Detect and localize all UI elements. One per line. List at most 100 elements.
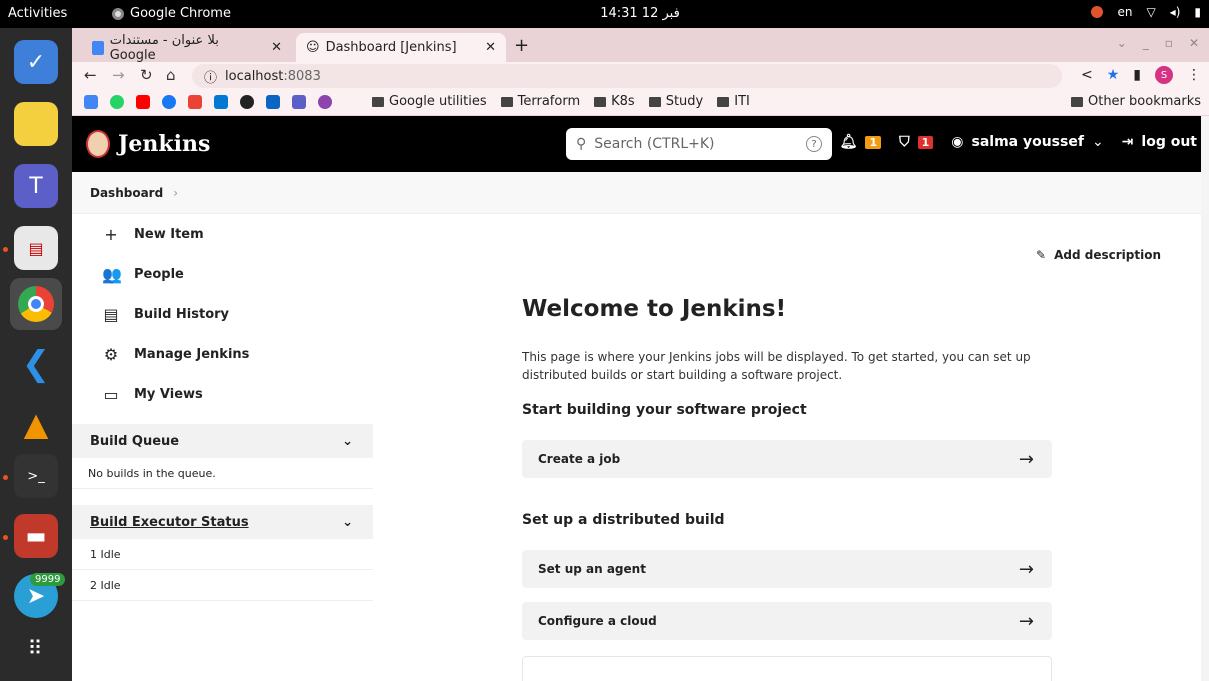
tab-google-docs[interactable]: بلا عنوان - مستندات Google ✕ <box>82 33 292 63</box>
bookmark-folder[interactable]: Terraform <box>500 94 580 109</box>
task-label: Manage Jenkins <box>134 346 250 362</box>
bookmark-icons <box>84 95 332 109</box>
other-bookmarks[interactable]: Other bookmarks <box>1070 94 1201 109</box>
arrow-right-icon: → <box>1018 610 1034 632</box>
chevron-down-icon[interactable]: ⌄ <box>1092 134 1104 150</box>
forward-icon[interactable]: → <box>112 66 125 84</box>
task-my-views[interactable]: ▭ My Views <box>72 374 373 414</box>
document-viewer-icon[interactable]: ▤ <box>14 226 58 270</box>
configure-cloud-button[interactable]: Configure a cloud → <box>522 602 1052 640</box>
chevron-down-icon[interactable]: ⌄ <box>342 515 353 530</box>
bookmark-folder[interactable]: Google utilities <box>372 94 487 109</box>
task-build-history[interactable]: ▤ Build History <box>72 294 373 334</box>
address-bar[interactable]: ⓘ localhost:8083 <box>192 64 1062 88</box>
tab-jenkins-dashboard[interactable]: ☺ Dashboard [Jenkins] ✕ <box>296 33 506 62</box>
tasks-app-icon[interactable]: ✓ <box>14 40 58 84</box>
notifications-badge[interactable]: 1 <box>865 135 882 149</box>
folder-icon <box>1070 96 1083 107</box>
bell-icon[interactable]: 🔔︎ <box>840 134 858 150</box>
tab-search-icon[interactable]: ⌄ <box>1117 36 1127 50</box>
telegram-badge: 9999 <box>30 573 66 586</box>
jenkins-logo-link[interactable]: Jenkins <box>86 130 210 158</box>
share-icon[interactable]: < <box>1081 67 1093 83</box>
google-icon[interactable] <box>84 95 98 109</box>
vscode-icon[interactable]: ❮ <box>14 342 58 386</box>
help-icon[interactable]: ? <box>806 136 822 152</box>
language-indicator[interactable]: en <box>1117 5 1132 19</box>
side-panel-icon[interactable]: ▮ <box>1133 67 1141 83</box>
breadcrumb-dashboard[interactable]: Dashboard <box>90 186 163 200</box>
chrome-dock-icon[interactable] <box>14 282 58 326</box>
chevron-down-icon[interactable]: ⌄ <box>342 434 353 449</box>
facebook-icon[interactable] <box>162 95 176 109</box>
whatsapp-icon[interactable] <box>110 95 124 109</box>
activities-button[interactable]: Activities <box>8 6 67 21</box>
restore-icon[interactable]: ▫ <box>1165 36 1173 50</box>
system-top-bar: Activities Google Chrome 14:31 12 فبر en… <box>0 0 1209 28</box>
update-icon[interactable] <box>1091 6 1104 18</box>
create-job-button[interactable]: Create a job → <box>522 440 1052 478</box>
shield-icon[interactable]: ⛉ <box>899 134 910 150</box>
teams-icon[interactable]: T <box>14 164 58 208</box>
action-label: Create a job <box>538 452 621 466</box>
youtube-icon[interactable] <box>136 95 150 109</box>
close-icon[interactable]: ✕ <box>485 40 496 55</box>
add-description-label: Add description <box>1054 248 1161 262</box>
build-queue-header[interactable]: Build Queue ⌄ <box>72 424 373 458</box>
bookmark-folder[interactable]: Study <box>648 94 704 109</box>
bookmark-folder[interactable]: K8s <box>594 94 635 109</box>
profile-avatar[interactable]: S <box>1155 66 1173 84</box>
setup-agent-button[interactable]: Set up an agent → <box>522 550 1052 588</box>
app-menu[interactable]: Google Chrome <box>112 6 231 21</box>
volume-icon[interactable]: ◂) <box>1170 5 1181 19</box>
outlook-icon[interactable] <box>214 95 228 109</box>
minimize-icon[interactable]: _ <box>1143 36 1149 50</box>
system-tray[interactable]: en ▽ ◂) ▮ <box>1091 5 1201 19</box>
sticky-notes-icon[interactable] <box>14 102 58 146</box>
new-tab-button[interactable]: + <box>514 35 529 56</box>
vlc-icon[interactable]: ▲ <box>14 402 58 446</box>
window-close-icon[interactable]: ✕ <box>1189 36 1199 50</box>
terminal-icon[interactable]: >_ <box>14 454 58 498</box>
clock[interactable]: 14:31 12 فبر <box>580 6 700 21</box>
executor-status-header[interactable]: Build Executor Status ⌄ <box>72 505 373 539</box>
menu-icon[interactable]: ⋮ <box>1187 67 1201 83</box>
logout-icon: ⇥ <box>1121 134 1134 150</box>
executor-row: 1 Idle <box>72 539 373 570</box>
back-icon[interactable]: ← <box>84 66 97 84</box>
bookmark-star-icon[interactable]: ★ <box>1107 67 1120 83</box>
security-badge[interactable]: 1 <box>917 135 934 149</box>
jenkins-title: Jenkins <box>118 131 211 157</box>
executor-status-title[interactable]: Build Executor Status <box>90 515 249 530</box>
files-icon[interactable]: ▬ <box>14 514 58 558</box>
bookmark-folder[interactable]: ITI <box>717 94 750 109</box>
info-icon[interactable]: ⓘ <box>204 67 217 86</box>
chevron-right-icon[interactable]: › <box>173 186 178 200</box>
task-manage-jenkins[interactable]: ⚙ Manage Jenkins <box>72 334 373 374</box>
folder-label: Study <box>665 94 704 109</box>
teams-bookmark-icon[interactable] <box>292 95 306 109</box>
task-new-item[interactable]: + New Item <box>72 214 373 254</box>
app-grid-icon[interactable]: ⠿ <box>14 626 58 670</box>
gmail-icon[interactable] <box>188 95 202 109</box>
logout-link[interactable]: log out <box>1141 134 1197 150</box>
more-card[interactable] <box>522 656 1052 681</box>
reload-icon[interactable]: ↻ <box>140 66 153 84</box>
gear-icon: ⚙ <box>103 344 119 364</box>
user-menu[interactable]: salma youssef <box>971 134 1083 150</box>
close-icon[interactable]: ✕ <box>271 40 282 55</box>
extension-icon[interactable] <box>318 95 332 109</box>
github-icon[interactable] <box>240 95 254 109</box>
task-people[interactable]: 👥 People <box>72 254 373 294</box>
search-input[interactable]: ⚲ Search (CTRL+K) ? <box>566 128 832 160</box>
battery-icon[interactable]: ▮ <box>1194 5 1201 19</box>
home-icon[interactable]: ⌂ <box>166 66 176 84</box>
jenkins-butler-icon <box>86 130 110 158</box>
linkedin-icon[interactable] <box>266 95 280 109</box>
network-icon[interactable]: ▽ <box>1146 5 1155 19</box>
folder-label: K8s <box>611 94 635 109</box>
running-indicator <box>3 247 8 252</box>
add-description-button[interactable]: ✎ Add description <box>1036 248 1161 262</box>
page-scrollbar[interactable] <box>1201 116 1209 681</box>
jenkins-favicon: ☺ <box>306 40 320 55</box>
